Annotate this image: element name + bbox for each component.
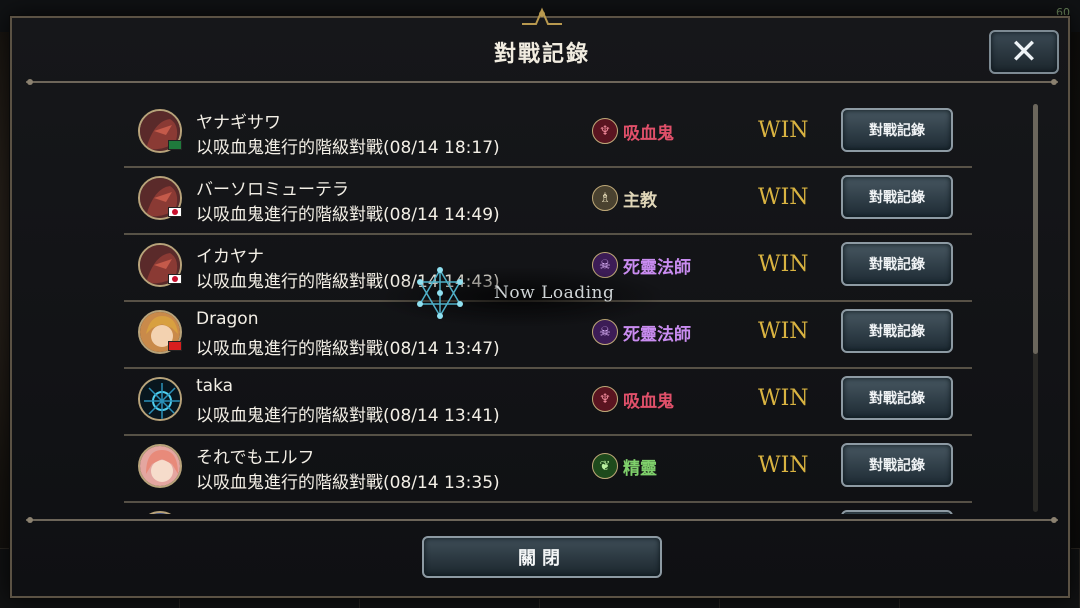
match-description: 以吸血鬼進行的階級對戰(08/14 13:35)	[196, 473, 500, 493]
opponent-class: ♗ 主教	[592, 185, 657, 211]
record-row-partial	[12, 504, 1052, 514]
match-description: 以吸血鬼進行的階級對戰(08/14 13:41)	[196, 406, 500, 426]
elf-class-icon: ❦	[592, 453, 618, 479]
view-record-button[interactable]: 對戰記錄	[841, 309, 953, 353]
dialog-title: 對戰記錄	[493, 42, 590, 67]
opponent-name: バーソロミューテラ	[196, 180, 349, 200]
class-label: 主教	[623, 190, 657, 211]
result-label: WIN	[758, 319, 809, 344]
result-label: WIN	[758, 386, 809, 411]
result-label: WIN	[758, 453, 809, 478]
opponent-name: Dragon	[196, 309, 259, 329]
match-description: 以吸血鬼進行的階級對戰(08/14 14:49)	[196, 205, 500, 225]
loading-backdrop	[380, 268, 660, 326]
match-description: 以吸血鬼進行的階級對戰(08/14 13:47)	[196, 339, 500, 359]
scrollbar-thumb[interactable]	[1033, 104, 1038, 354]
opponent-class: ♆ 吸血鬼	[592, 386, 674, 412]
class-label: 吸血鬼	[623, 391, 674, 412]
record-row: taka 以吸血鬼進行的階級對戰(08/14 13:41) ♆ 吸血鬼 WIN …	[12, 370, 1052, 437]
bishop-class-icon: ♗	[592, 185, 618, 211]
crest-ornament	[522, 7, 562, 25]
view-record-button[interactable]: 對戰記錄	[841, 376, 953, 420]
record-row: バーソロミューテラ 以吸血鬼進行的階級對戰(08/14 14:49) ♗ 主教 …	[12, 169, 1052, 236]
close-button[interactable]: ✕	[989, 30, 1059, 74]
view-record-button[interactable]: 對戰記錄	[841, 175, 953, 219]
list-scrollbar[interactable]	[1033, 104, 1038, 512]
class-label: 精靈	[623, 458, 657, 479]
result-label: WIN	[758, 118, 809, 143]
record-row: それでもエルフ 以吸血鬼進行的階級對戰(08/14 13:35) ❦ 精靈 WI…	[12, 437, 1052, 504]
opponent-name: イカヤナ	[196, 247, 264, 267]
flag-icon	[168, 274, 182, 284]
view-record-button[interactable]: 對戰記錄	[841, 242, 953, 286]
vampire-class-icon: ♆	[592, 118, 618, 144]
opponent-avatar	[138, 377, 182, 421]
opponent-avatar	[138, 511, 182, 514]
opponent-name: ヤナギサワ	[196, 113, 281, 133]
flag-icon	[168, 140, 182, 150]
view-record-button[interactable]: 對戰記錄	[841, 108, 953, 152]
view-record-button[interactable]: 對戰記錄	[841, 443, 953, 487]
class-label: 吸血鬼	[623, 123, 674, 144]
result-label: WIN	[758, 252, 809, 277]
vampire-class-icon: ♆	[592, 386, 618, 412]
result-label: WIN	[758, 185, 809, 210]
close-dialog-button[interactable]: 關閉	[422, 536, 662, 578]
opponent-name: taka	[196, 376, 234, 396]
flag-icon	[168, 341, 182, 351]
opponent-name: それでもエルフ	[196, 448, 315, 468]
opponent-class: ❦ 精靈	[592, 453, 657, 479]
view-record-button[interactable]	[841, 510, 953, 514]
opponent-avatar	[138, 444, 182, 488]
title-divider	[26, 79, 1058, 85]
footer-divider	[26, 517, 1058, 523]
match-description: 以吸血鬼進行的階級對戰(08/14 18:17)	[196, 138, 500, 158]
close-x-icon: ✕	[1009, 32, 1039, 72]
flag-icon	[168, 207, 182, 217]
opponent-class: ♆ 吸血鬼	[592, 118, 674, 144]
record-row: ヤナギサワ 以吸血鬼進行的階級對戰(08/14 18:17) ♆ 吸血鬼 WIN…	[12, 102, 1052, 169]
